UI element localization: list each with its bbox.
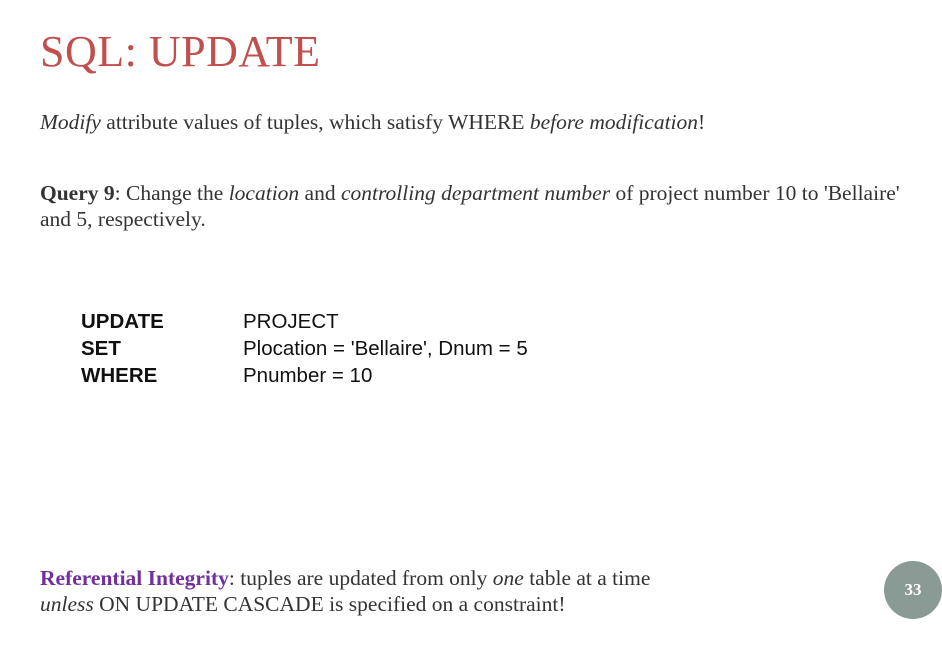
code-line: UPDATE PROJECT [81,308,528,335]
ri-text-c: ON UPDATE CASCADE is specified on a cons… [93,592,566,616]
description-paragraph: Modify attribute values of tuples, which… [40,109,900,135]
slide-title: SQL: UPDATE [40,27,321,76]
sql-code-block: UPDATE PROJECT SET Plocation = 'Bellaire… [81,308,528,389]
sql-clause: PROJECT [243,310,339,333]
emphasis-unless: unless [40,592,94,616]
sql-keyword: SET [81,337,121,360]
emphasis-before-modification: before modification [529,110,699,134]
query-paragraph: Query 9: Change the location and control… [40,180,900,232]
sql-keyword: UPDATE [81,310,164,333]
sql-keyword: WHERE [81,364,158,387]
query-label: Query 9 [40,181,115,205]
query-text-b: and [299,181,341,205]
description-text: attribute values of tuples, which satisf… [100,110,530,134]
referential-integrity-paragraph: Referential Integrity: tuples are update… [40,565,860,617]
emphasis-one: one [492,566,524,590]
sql-clause: Plocation = 'Bellaire', Dnum = 5 [243,337,528,360]
referential-integrity-label: Referential Integrity [40,566,229,590]
page-number-badge: 33 [884,561,942,619]
ri-text-a: : tuples are updated from only [228,566,493,590]
emphasis-modify: Modify [40,110,101,134]
description-end: ! [698,110,706,134]
code-line: SET Plocation = 'Bellaire', Dnum = 5 [81,335,528,362]
sql-clause: Pnumber = 10 [243,364,373,387]
emphasis-controlling-department: controlling department number [340,181,611,205]
ri-text-b: table at a time [523,566,651,590]
code-line: WHERE Pnumber = 10 [81,362,528,389]
emphasis-location: location [228,181,300,205]
query-text-a: : Change the [114,181,229,205]
